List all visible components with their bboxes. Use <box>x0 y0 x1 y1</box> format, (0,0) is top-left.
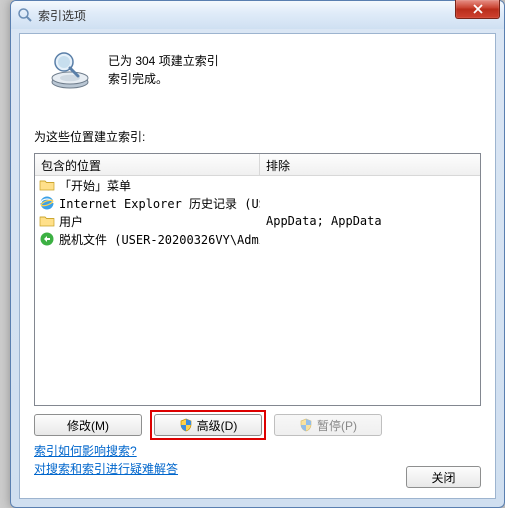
status-area: 已为 304 项建立索引 索引完成。 <box>20 34 495 104</box>
item-name: Internet Explorer 历史记录 (USE... <box>59 195 260 212</box>
list-item[interactable]: 「开始」菜单 <box>35 176 480 194</box>
dialog-body: 已为 304 项建立索引 索引完成。 为这些位置建立索引: 包含的位置 排除 「… <box>19 33 496 499</box>
ie-icon <box>39 195 55 211</box>
pause-label: 暂停(P) <box>317 417 357 434</box>
close-button[interactable]: 关闭 <box>406 466 481 488</box>
indexing-options-window: 索引选项 已为 304 项建立索引 索引完成。 <box>10 0 505 508</box>
list-item[interactable]: Internet Explorer 历史记录 (USE... <box>35 194 480 212</box>
list-body[interactable]: 「开始」菜单Internet Explorer 历史记录 (USE...用户 Ap… <box>35 176 480 405</box>
offline-icon <box>39 231 55 247</box>
shield-icon <box>179 418 193 432</box>
modify-label: 修改(M) <box>67 417 109 434</box>
modify-button[interactable]: 修改(M) <box>34 414 142 436</box>
folder-icon <box>39 213 55 229</box>
column-included[interactable]: 包含的位置 <box>35 154 260 175</box>
cell-included: 脱机文件 (USER-20200326VY\Admin... <box>35 231 260 248</box>
indexing-state: 索引完成。 <box>108 70 219 88</box>
titlebar: 索引选项 <box>11 1 504 29</box>
status-text: 已为 304 项建立索引 索引完成。 <box>108 52 219 88</box>
cell-included: 用户 <box>35 213 260 230</box>
list-item[interactable]: 用户 AppData; AppData <box>35 212 480 230</box>
window-title: 索引选项 <box>38 7 86 24</box>
disk-search-icon <box>48 48 92 92</box>
window-close-button[interactable] <box>455 0 500 19</box>
link-how-affect-search[interactable]: 索引如何影响搜索? <box>34 442 137 460</box>
item-name: 「开始」菜单 <box>59 177 131 194</box>
shield-icon <box>299 418 313 432</box>
list-header: 包含的位置 排除 <box>35 154 480 176</box>
item-name: 用户 <box>59 213 83 230</box>
cell-excluded: AppData; AppData <box>260 214 480 228</box>
footer: 关闭 <box>406 466 481 488</box>
close-label: 关闭 <box>431 469 455 486</box>
magnifier-icon <box>17 7 33 23</box>
pause-button: 暂停(P) <box>274 414 382 436</box>
list-item[interactable]: 脱机文件 (USER-20200326VY\Admin... <box>35 230 480 248</box>
item-name: 脱机文件 (USER-20200326VY\Admin... <box>59 231 260 248</box>
column-excluded[interactable]: 排除 <box>260 154 480 175</box>
advanced-label: 高级(D) <box>197 417 238 434</box>
cell-included: Internet Explorer 历史记录 (USE... <box>35 195 260 212</box>
buttons-row: 修改(M) 高级(D) <box>34 414 481 436</box>
advanced-button[interactable]: 高级(D) <box>154 414 262 436</box>
indexed-count: 已为 304 项建立索引 <box>108 52 219 70</box>
folder-icon <box>39 177 55 193</box>
locations-prompt: 为这些位置建立索引: <box>20 104 495 153</box>
cell-included: 「开始」菜单 <box>35 177 260 194</box>
locations-list: 包含的位置 排除 「开始」菜单Internet Explorer 历史记录 (U… <box>34 153 481 406</box>
link-troubleshoot[interactable]: 对搜索和索引进行疑难解答 <box>34 460 178 478</box>
